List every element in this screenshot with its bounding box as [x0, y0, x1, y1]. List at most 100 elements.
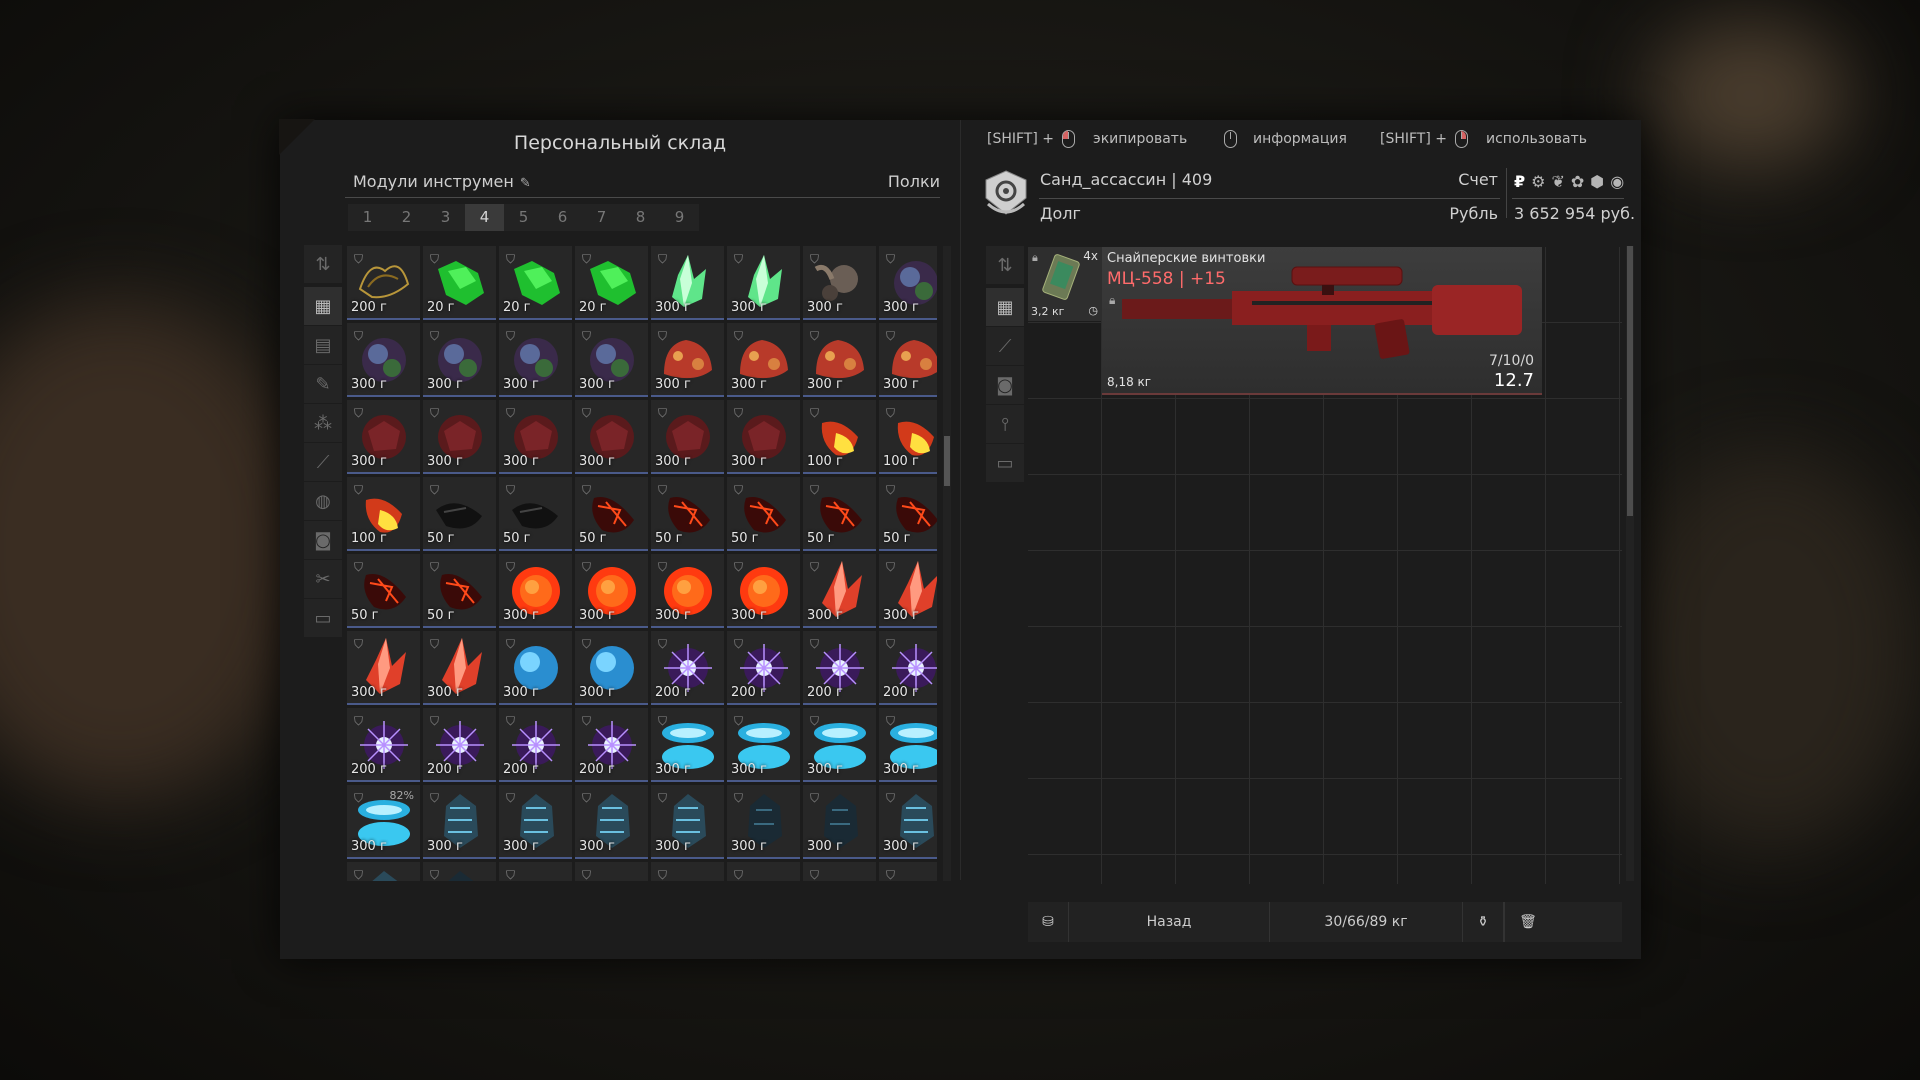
page-tab-4[interactable]: 4 [465, 204, 504, 231]
storage-item[interactable]: ⛉ 300 г [499, 400, 572, 474]
storage-item[interactable]: ⛉ [575, 862, 648, 881]
back-button[interactable]: Назад [1069, 902, 1270, 942]
storage-item[interactable]: ⛉ 300 г [499, 631, 572, 705]
leaf-currency-icon[interactable]: ❦ [1551, 172, 1564, 191]
device-icon[interactable]: ◙ [986, 366, 1024, 404]
storage-item[interactable]: ⛉ 20 г [423, 246, 496, 320]
storage-item[interactable]: ⛉ 300 г [727, 554, 800, 628]
page-tab-2[interactable]: 2 [387, 204, 426, 231]
storage-item[interactable]: ⛉ 50 г [423, 554, 496, 628]
storage-item[interactable]: ⛉ 200 г [347, 246, 420, 320]
pencil-icon[interactable]: ✎ [520, 176, 531, 191]
storage-item[interactable]: ⛉ 300 г [575, 631, 648, 705]
storage-item[interactable]: ⛉ 300 г [651, 246, 724, 320]
storage-item[interactable]: ⛉ 50 г [423, 477, 496, 551]
weapon-icon[interactable]: ⟋ [986, 327, 1024, 365]
storage-item[interactable]: ⛉ 300 г [727, 708, 800, 782]
storage-item[interactable]: ⛉ 300 г [423, 631, 496, 705]
page-tab-9[interactable]: 9 [660, 204, 699, 231]
storage-item[interactable]: ⛉ 200 г [651, 631, 724, 705]
storage-item[interactable]: ⛉ 300 г [651, 554, 724, 628]
storage-item[interactable]: ⛉ 200 г [499, 708, 572, 782]
storage-item[interactable]: ⛉ 200 г [347, 708, 420, 782]
storage-item[interactable]: ⛉ 300 г [727, 785, 800, 859]
storage-item[interactable]: ⛉ 50 г [727, 477, 800, 551]
backpack-icon[interactable]: ⛁ [1028, 902, 1069, 942]
inventory-item-small[interactable]: 🔒︎ 4x 3,2 кг ◷ [1028, 247, 1101, 321]
storage-item[interactable]: ⛉ 100 г [803, 400, 876, 474]
page-tab-8[interactable]: 8 [621, 204, 660, 231]
storage-item[interactable]: ⛉ 300 г [651, 323, 724, 397]
storage-item[interactable]: ⛉ 300 г [423, 323, 496, 397]
storage-item[interactable]: ⛉ 300 г [575, 400, 648, 474]
storage-item[interactable]: ⛉ 20 г [575, 246, 648, 320]
storage-item[interactable]: ⛉ 200 г [423, 708, 496, 782]
weapon-item[interactable]: Снайперские винтовки МЦ-558 | +15 🔒︎ 8,1… [1102, 247, 1542, 395]
page-tab-7[interactable]: 7 [582, 204, 621, 231]
page-tab-5[interactable]: 5 [504, 204, 543, 231]
storage-item[interactable]: ⛉ 300 г [499, 554, 572, 628]
flower-currency-icon[interactable]: ✿ [1571, 172, 1584, 191]
storage-item[interactable]: ⛉ 300 г [879, 708, 937, 782]
storage-item[interactable]: ⛉ 100 г [347, 477, 420, 551]
storage-item[interactable]: ⛉ 300 г [423, 785, 496, 859]
storage-item[interactable]: ⛉ 300 г [803, 708, 876, 782]
storage-item[interactable]: ⛉ 200 г [575, 708, 648, 782]
storage-item[interactable]: ⛉ 300 г [499, 785, 572, 859]
sort-icon[interactable]: ⇅ [304, 245, 342, 283]
storage-item[interactable]: ⛉ 50 г [347, 554, 420, 628]
storage-item[interactable]: ⛉ 300 г [727, 323, 800, 397]
ammo-icon[interactable]: ⁂ [304, 404, 342, 442]
storage-item[interactable]: ⛉ 20 г [499, 246, 572, 320]
misc-icon[interactable]: ▭ [304, 599, 342, 637]
ruble-icon[interactable]: ₽ [1514, 172, 1525, 191]
storage-item[interactable]: ⛉ 300 г [727, 400, 800, 474]
storage-item[interactable]: ⛉ [499, 862, 572, 881]
gear-currency-icon[interactable]: ⚙ [1531, 172, 1545, 191]
device-icon[interactable]: ◙ [304, 521, 342, 559]
storage-item[interactable]: ⛉ 50 г [879, 477, 937, 551]
storage-item[interactable]: ⛉ 300 г [803, 785, 876, 859]
food-icon[interactable]: ⫯ [986, 405, 1024, 443]
storage-item[interactable]: ⛉ [651, 862, 724, 881]
storage-item[interactable]: ⛉ [803, 862, 876, 881]
folder-name[interactable]: Модули инструмен ✎ [353, 172, 531, 191]
storage-scrollbar[interactable] [943, 246, 951, 881]
storage-item[interactable]: ⛉ 100 г [879, 400, 937, 474]
tools-icon[interactable]: ✂ [304, 560, 342, 598]
scroll-thumb[interactable] [1627, 246, 1633, 516]
storage-item[interactable]: ⛉ 300 г [651, 785, 724, 859]
grenade-icon[interactable]: ◍ [304, 482, 342, 520]
page-tab-3[interactable]: 3 [426, 204, 465, 231]
storage-item[interactable]: ⛉ [879, 862, 937, 881]
globe-currency-icon[interactable]: ◉ [1610, 172, 1624, 191]
misc-icon[interactable]: ▭ [986, 444, 1024, 482]
storage-item[interactable]: ⛉ 300 г [727, 246, 800, 320]
storage-item[interactable]: ⛉ 300 г [347, 400, 420, 474]
storage-item[interactable]: ⛉ 50 г [499, 477, 572, 551]
storage-item[interactable]: ⛉ 300 г [879, 554, 937, 628]
storage-item[interactable]: ⛉ 300 г [879, 246, 937, 320]
page-tab-6[interactable]: 6 [543, 204, 582, 231]
storage-item[interactable]: ⛉ 300 г [803, 323, 876, 397]
storage-item[interactable]: ⛉ 300 г [803, 554, 876, 628]
storage-item[interactable]: ⛉ 300 г [575, 785, 648, 859]
trash-icon[interactable]: 🗑︎ [1504, 902, 1551, 942]
storage-item[interactable]: ⛉ 300 г [651, 708, 724, 782]
storage-item[interactable]: ⛉ 300 г [651, 400, 724, 474]
storage-item[interactable]: ⛉ 200 г [803, 631, 876, 705]
storage-item[interactable]: ⛉ 300 г [575, 554, 648, 628]
inventory-scrollbar[interactable] [1626, 246, 1634, 881]
grid-all-icon[interactable]: ▦ [304, 287, 342, 325]
storage-item[interactable]: ⛉ 300 г [423, 400, 496, 474]
storage-item[interactable]: ⛉ 50 г [575, 477, 648, 551]
storage-item[interactable]: ⛉ 200 г [727, 631, 800, 705]
storage-item[interactable]: ⛉ 300 г [347, 323, 420, 397]
storage-item[interactable]: ⛉ 50 г [803, 477, 876, 551]
storage-item[interactable]: ⛉ 300 г [879, 323, 937, 397]
armor-icon[interactable]: ▤ [304, 326, 342, 364]
shield-currency-icon[interactable]: ⬢ [1590, 172, 1604, 191]
grid-all-icon[interactable]: ▦ [986, 288, 1024, 326]
storage-item[interactable]: ⛉ 300 г [499, 323, 572, 397]
page-tab-1[interactable]: 1 [348, 204, 387, 231]
